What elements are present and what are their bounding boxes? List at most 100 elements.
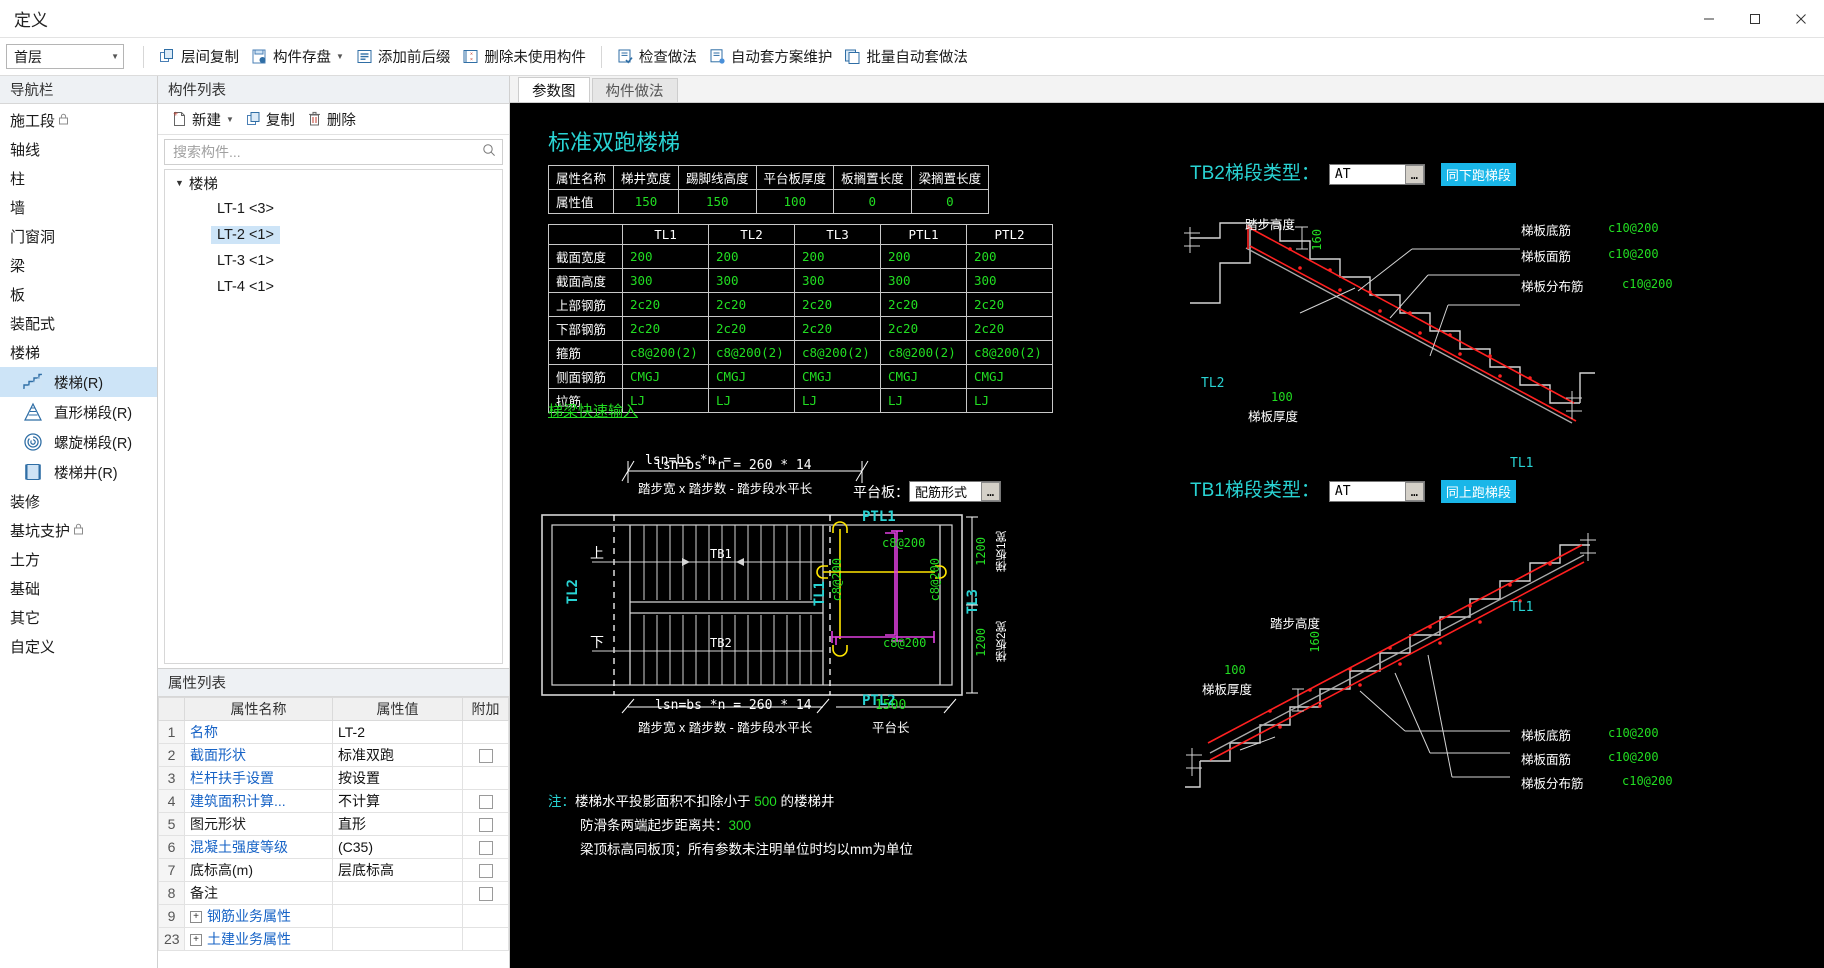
sidebar-item-beam[interactable]: 梁 [0,251,157,280]
table-row[interactable]: 9 + 钢筋业务属性 [158,904,509,928]
value-cell[interactable]: 0 [833,189,912,214]
property-value[interactable]: 层底标高 [332,858,463,882]
ellipsis-button[interactable]: … [1404,165,1424,184]
value-cell[interactable]: CMGJ [880,364,967,389]
sidebar-item-earthwork[interactable]: 土方 [0,545,157,574]
table-row[interactable]: 2 截面形状 标准双跑 [158,743,509,767]
tab-parameter-diagram[interactable]: 参数图 [518,77,590,102]
value-cell[interactable]: LJ [708,388,795,413]
tree-group-stair[interactable]: ▼ 楼梯 [165,170,502,196]
sidebar-item-other[interactable]: 其它 [0,603,157,632]
table-row[interactable]: 8 备注 [158,881,509,905]
value-cell[interactable]: c8@200(2) [622,340,709,365]
property-value[interactable]: 按设置 [332,766,463,790]
property-name[interactable]: 建筑面积计算... [184,789,333,813]
ellipsis-button[interactable]: … [981,482,1000,501]
list-item[interactable]: LT-1 <3> [165,196,502,222]
batch-auto-button[interactable]: 批量自动套做法 [838,43,974,71]
attach-checkbox[interactable] [478,864,493,879]
quick-beam-input-link[interactable]: 梯梁快速输入 [548,400,638,421]
sidebar-item-pit-support[interactable]: 基坑支护 [0,516,157,545]
property-name[interactable]: + 钢筋业务属性 [184,904,333,928]
sidebar-item-stairwell[interactable]: 楼梯井(R) [0,457,157,487]
copy-component-button[interactable]: 复制 [240,107,301,132]
table-row[interactable]: 7 底标高(m) 层底标高 [158,858,509,882]
expand-icon[interactable]: + [190,911,202,924]
check-method-button[interactable]: 检查做法 [611,43,703,71]
expand-icon[interactable]: + [190,934,202,947]
maximize-button[interactable] [1732,0,1778,38]
delete-component-button[interactable]: 删除 [301,107,362,132]
attach-cell[interactable] [462,812,509,836]
value-cell[interactable]: c8@200(2) [708,340,795,365]
save-component-button[interactable]: 构件存盘 ▼ [245,43,350,71]
property-value[interactable]: (C35) [332,835,463,859]
value-cell[interactable]: 2c20 [966,292,1053,317]
tb1-same-as-badge[interactable]: 同上跑梯段 [1440,480,1516,503]
minimize-button[interactable] [1686,0,1732,38]
value-cell[interactable]: 300 [708,268,795,293]
component-tree[interactable]: ▼ 楼梯 LT-1 <3> LT-2 <1> LT-3 <1> LT-4 <1> [164,169,503,664]
value-cell[interactable]: 2c20 [708,292,795,317]
list-item[interactable]: LT-4 <1> [165,274,502,300]
value-cell[interactable]: 200 [966,244,1053,269]
value-cell[interactable]: 2c20 [622,316,709,341]
value-cell[interactable]: 150 [613,189,680,214]
chevron-down-icon[interactable]: ▼ [336,52,344,61]
value-cell[interactable]: LJ [966,388,1053,413]
attach-cell[interactable] [462,789,509,813]
sidebar-item-construction-section[interactable]: 施工段 [0,106,157,135]
attach-cell[interactable] [462,858,509,882]
add-affix-button[interactable]: 添加前后缀 [350,43,457,71]
attach-cell[interactable] [462,835,509,859]
value-cell[interactable]: 2c20 [794,292,881,317]
property-name[interactable]: 栏杆扶手设置 [184,766,333,790]
new-component-button[interactable]: ✳ 新建 ▼ [166,107,240,132]
property-name[interactable]: 混凝土强度等级 [184,835,333,859]
parameter-diagram-canvas[interactable]: 标准双跑楼梯 属性名称 梯井宽度 踢脚线高度 平台板厚度 板搁置长度 梁搁置长度… [510,102,1824,968]
platform-slab-field[interactable]: 配筋形式 … [909,481,1001,502]
value-cell[interactable]: LJ [880,388,967,413]
value-cell[interactable]: 200 [708,244,795,269]
delete-unused-button[interactable]: × × 删除未使用构件 [456,43,592,71]
property-name[interactable]: 名称 [184,720,333,744]
attach-checkbox[interactable] [478,887,493,902]
auto-scheme-button[interactable]: 自动套方案维护 [703,43,839,71]
sidebar-item-straight-flight[interactable]: 直形梯段(R) [0,397,157,427]
attach-checkbox[interactable] [478,795,493,810]
attach-cell[interactable] [462,743,509,767]
sidebar-item-axis[interactable]: 轴线 [0,135,157,164]
attach-cell[interactable] [462,881,509,905]
table-row[interactable]: 23 + 土建业务属性 [158,927,509,951]
value-cell[interactable]: 2c20 [622,292,709,317]
table-row[interactable]: 6 混凝土强度等级 (C35) [158,835,509,859]
search-component-bar[interactable] [164,139,503,165]
property-name[interactable]: 底标高(m) [184,858,333,882]
value-cell[interactable]: c8@200(2) [880,340,967,365]
property-value[interactable]: LT-2 [332,720,463,744]
value-cell[interactable]: 2c20 [966,316,1053,341]
value-cell[interactable]: 200 [622,244,709,269]
table-row[interactable]: 3 栏杆扶手设置 按设置 [158,766,509,790]
search-input[interactable] [171,143,482,161]
sidebar-item-stair[interactable]: 楼梯 [0,338,157,367]
tab-component-method[interactable]: 构件做法 [591,78,678,102]
property-name[interactable]: 截面形状 [184,743,333,767]
value-cell[interactable]: 300 [794,268,881,293]
tb1-type-field[interactable]: AT … [1328,481,1425,502]
tb2-same-as-badge[interactable]: 同下跑梯段 [1440,163,1516,186]
search-icon[interactable] [482,143,496,161]
property-name[interactable]: + 土建业务属性 [184,927,333,951]
sidebar-item-custom[interactable]: 自定义 [0,632,157,661]
sidebar-item-foundation[interactable]: 基础 [0,574,157,603]
sidebar-item-prefab[interactable]: 装配式 [0,309,157,338]
list-item[interactable]: LT-3 <1> [165,248,502,274]
property-name[interactable]: 备注 [184,881,333,905]
attach-checkbox[interactable] [478,841,493,856]
value-cell[interactable]: 200 [880,244,967,269]
value-cell[interactable]: CMGJ [966,364,1053,389]
table-row[interactable]: 1 名称 LT-2 [158,720,509,744]
value-cell[interactable]: LJ [794,388,881,413]
table-row[interactable]: 4 建筑面积计算... 不计算 [158,789,509,813]
value-cell[interactable]: 150 [678,189,757,214]
